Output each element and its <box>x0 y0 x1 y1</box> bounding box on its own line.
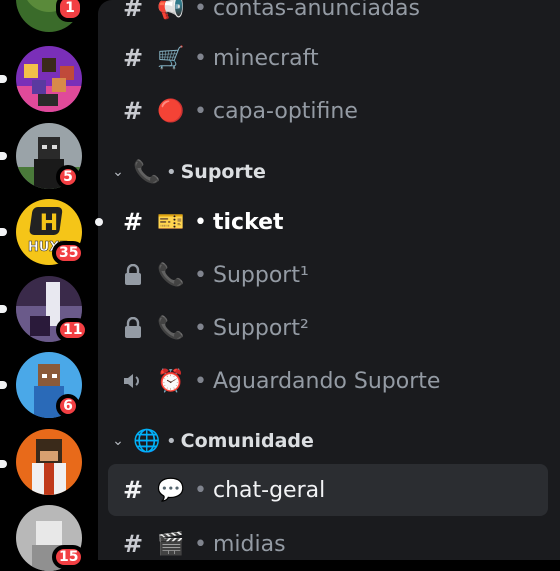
channel-name: contas-anunciadas <box>212 0 420 21</box>
channel-list: # 📢 • contas-anunciadas # 🛒 • minecraft … <box>95 0 560 560</box>
channel-support-2[interactable]: 📞 • Support² <box>108 306 548 350</box>
hash-icon: # <box>122 0 144 22</box>
chevron-down-icon: ⌄ <box>112 164 124 180</box>
separator-dot: • <box>194 0 207 21</box>
channel-ticket[interactable]: # 🎫 • ticket <box>108 200 548 244</box>
server-icon[interactable] <box>16 429 82 495</box>
megaphone-icon: 📢 <box>157 0 185 21</box>
channel-name: Support¹ <box>212 262 309 288</box>
mention-badge: 11 <box>56 318 90 342</box>
unread-indicator <box>0 305 7 313</box>
separator-dot: • <box>194 315 207 341</box>
channel-support-1[interactable]: 📞 • Support¹ <box>108 253 548 297</box>
telephone-icon: 📞 <box>157 315 185 341</box>
channel-midias[interactable]: # 🎬 • midias <box>108 522 548 566</box>
channel-minecraft[interactable]: # 🛒 • minecraft <box>108 36 548 80</box>
separator-dot: • <box>194 98 207 124</box>
server-icon[interactable]: 11 <box>16 276 90 342</box>
separator-dot: • <box>194 477 207 503</box>
channel-capa-optifine[interactable]: # 🔴 • capa-optifine <box>108 89 548 133</box>
separator-dot: • <box>194 531 207 557</box>
globe-icon: 🌐 <box>133 428 161 454</box>
unread-indicator <box>0 228 7 236</box>
server-icon[interactable]: 1 <box>16 0 84 32</box>
mention-badge: 6 <box>56 394 80 418</box>
category-comunidade[interactable]: ⌄ 🌐 • Comunidade <box>108 423 548 459</box>
unread-indicator <box>0 381 7 389</box>
unread-indicator <box>0 152 7 160</box>
channel-aguardando-suporte[interactable]: ⏰ • Aguardando Suporte <box>108 359 548 403</box>
server-icon[interactable]: 6 <box>16 352 82 418</box>
unread-indicator <box>0 460 7 468</box>
hash-icon: # <box>122 476 144 504</box>
telephone-icon: 📞 <box>133 159 161 185</box>
shopping-cart-icon: 🛒 <box>157 45 185 71</box>
server-icon[interactable]: 5 <box>16 123 82 189</box>
channel-chat-geral[interactable]: # 💬 • chat-geral <box>108 464 548 516</box>
server-icon[interactable]: H HUXF 35 <box>16 199 86 265</box>
category-name: Suporte <box>180 161 266 183</box>
server-icon[interactable] <box>16 46 82 112</box>
hash-icon: # <box>122 530 144 558</box>
mention-badge: 5 <box>56 165 80 189</box>
lock-speaker-icon <box>120 317 146 339</box>
channel-name: minecraft <box>212 45 319 71</box>
category-suporte[interactable]: ⌄ 📞 • Suporte <box>108 154 548 190</box>
separator-dot: • <box>194 45 207 71</box>
chevron-down-icon: ⌄ <box>112 433 124 449</box>
separator-dot: • <box>166 161 177 183</box>
red-circle-icon: 🔴 <box>157 98 185 124</box>
mention-badge: 1 <box>56 0 84 22</box>
server-avatar <box>16 429 82 495</box>
hash-icon: # <box>122 97 144 125</box>
channel-contas-anunciadas[interactable]: # 📢 • contas-anunciadas <box>108 0 548 30</box>
mention-badge: 15 <box>52 545 86 569</box>
separator-dot: • <box>194 368 207 394</box>
hash-icon: # <box>122 44 144 72</box>
channel-name: Aguardando Suporte <box>212 368 441 394</box>
server-list: 1 5 H HUXF 35 11 6 15 <box>0 0 98 571</box>
channel-name: capa-optifine <box>212 98 358 124</box>
alarm-clock-icon: ⏰ <box>157 368 185 394</box>
speech-bubble-icon: 💬 <box>157 477 185 503</box>
channel-name: Support² <box>212 315 309 341</box>
channel-name: chat-geral <box>212 477 326 503</box>
server-avatar <box>16 46 82 112</box>
clapper-board-icon: 🎬 <box>157 531 185 557</box>
unread-indicator <box>0 75 7 83</box>
separator-dot: • <box>166 430 177 452</box>
mention-badge: 35 <box>52 241 86 265</box>
channel-name: midias <box>212 531 286 557</box>
speaker-icon <box>120 371 146 391</box>
server-icon[interactable]: 15 <box>16 505 86 571</box>
ticket-icon: 🎫 <box>157 209 185 235</box>
separator-dot: • <box>194 262 207 288</box>
server-logo-letter: H <box>40 211 58 236</box>
separator-dot: • <box>194 209 207 235</box>
telephone-icon: 📞 <box>157 262 185 288</box>
lock-speaker-icon <box>120 264 146 286</box>
channel-name: ticket <box>212 209 284 235</box>
hash-icon: # <box>122 208 144 236</box>
unread-indicator <box>95 218 103 226</box>
category-name: Comunidade <box>180 430 314 452</box>
